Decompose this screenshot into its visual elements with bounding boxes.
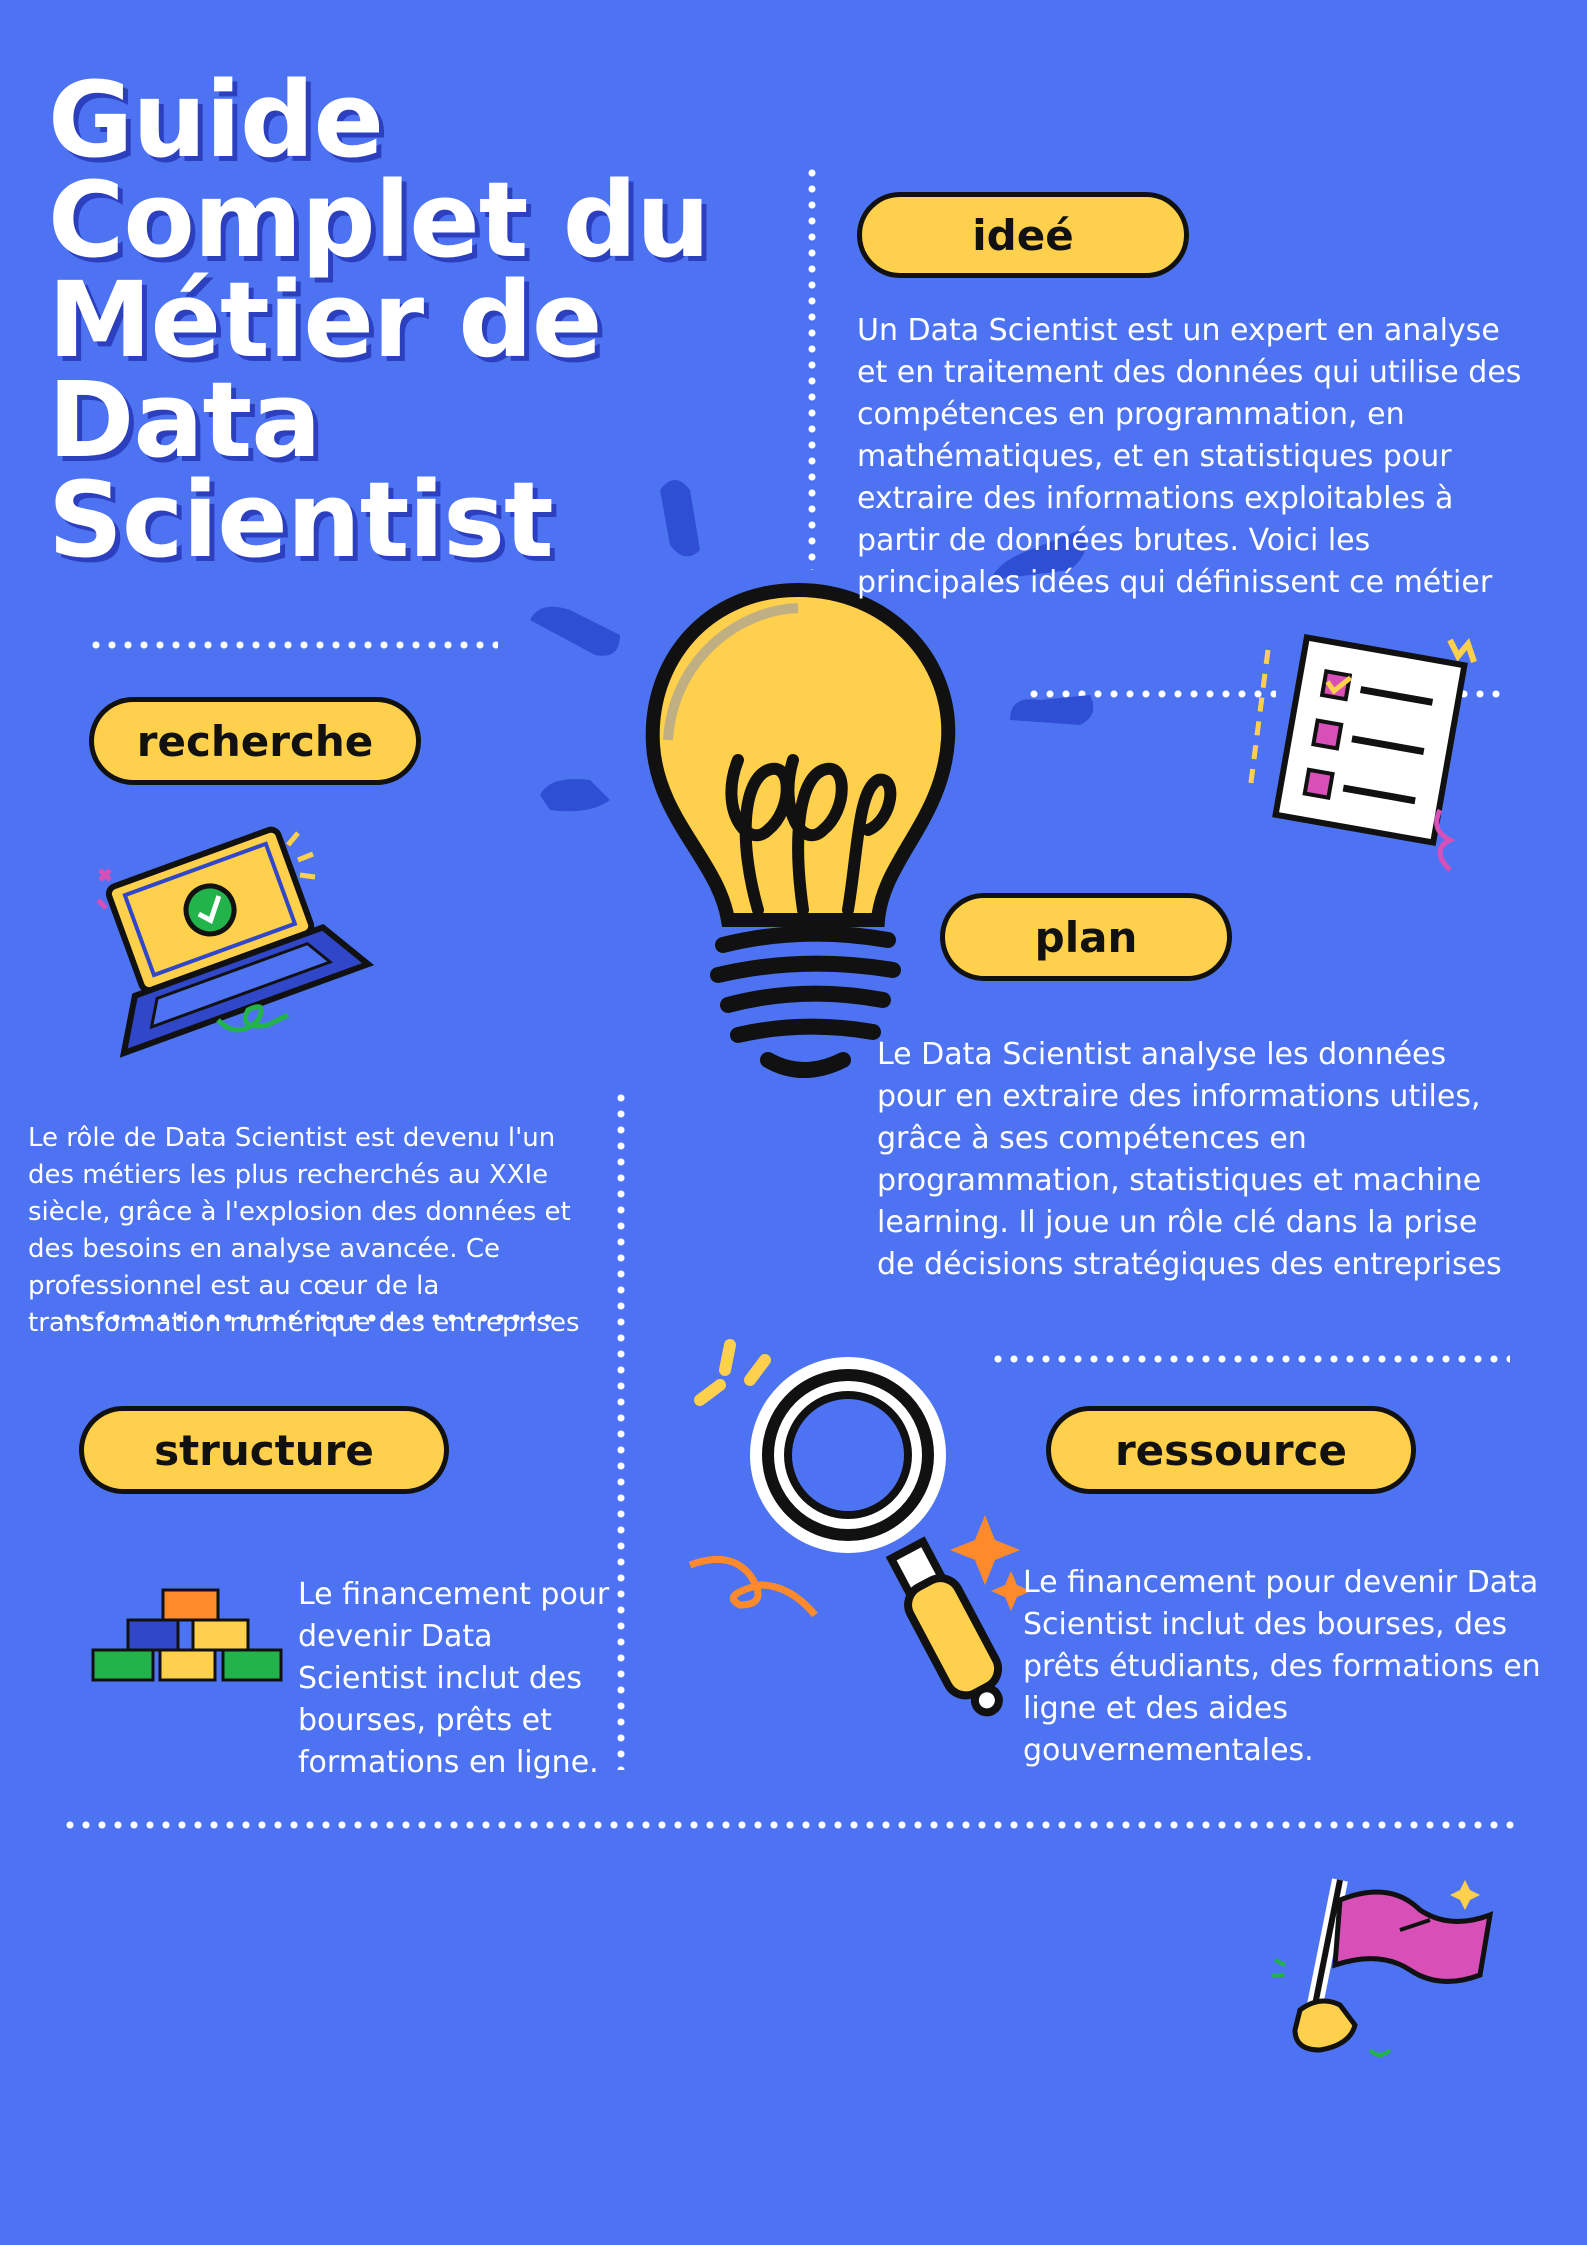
text-plan: Le Data Scientist analyse les données po… <box>877 1037 1502 1282</box>
label-recherche: recherche <box>89 697 421 785</box>
lightbulb-icon <box>645 582 956 1078</box>
blocks-icon <box>91 1588 283 1682</box>
title-line: Métier de <box>48 259 602 381</box>
divider-horizontal <box>62 1821 1518 1829</box>
label-plan: plan <box>940 893 1232 981</box>
laptop-icon <box>96 826 375 1058</box>
divider-horizontal <box>990 1355 1510 1363</box>
title-line: Complet du <box>48 159 710 281</box>
divider-vertical <box>617 1090 625 1770</box>
text-ressource: Le financement pour devenir Data Scienti… <box>1023 1565 1541 1768</box>
title-line: Guide <box>48 59 384 181</box>
divider-horizontal <box>1026 690 1276 698</box>
flag-icon <box>1272 1878 1494 2057</box>
label-idee: ideé <box>857 192 1189 278</box>
text-structure: Le financement pour devenir Data Scienti… <box>298 1577 610 1780</box>
title-line: Data <box>48 359 321 481</box>
magnifier-icon <box>688 1339 1031 1717</box>
label-ressource: ressource <box>1046 1406 1416 1494</box>
checklist-icon <box>1247 634 1477 872</box>
text-idee: Un Data Scientist est un expert en analy… <box>857 313 1522 600</box>
divider-horizontal <box>88 641 498 649</box>
label-structure: structure <box>79 1406 449 1494</box>
text-recherche: Le rôle de Data Scientist est devenu l'u… <box>28 1123 580 1338</box>
